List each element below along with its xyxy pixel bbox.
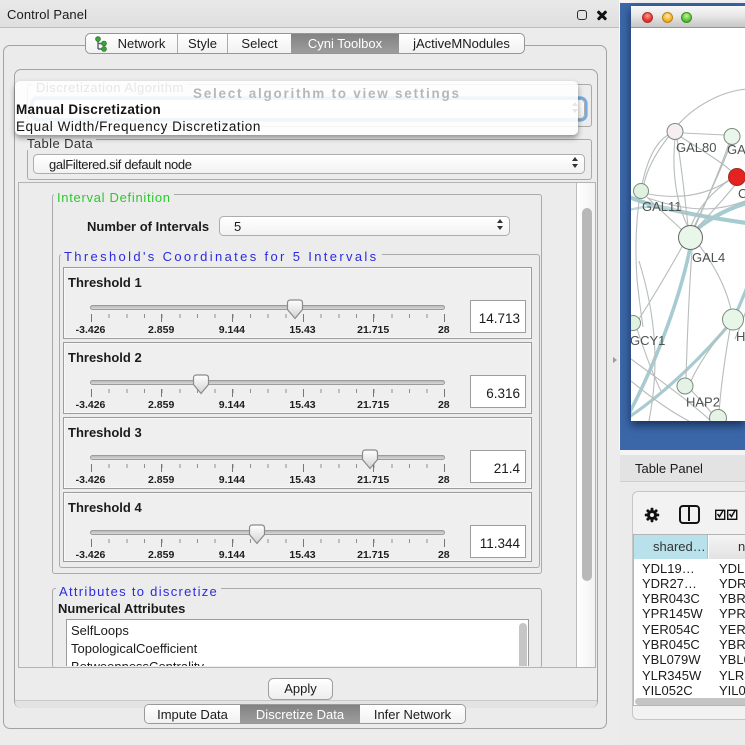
- svg-text:C: C: [738, 186, 745, 201]
- svg-text:GAL80: GAL80: [676, 140, 716, 155]
- svg-text:GAL4: GAL4: [692, 250, 725, 265]
- svg-text:GCY1: GCY1: [631, 333, 665, 348]
- svg-text:GA: GA: [727, 142, 745, 157]
- svg-text:H: H: [736, 329, 745, 344]
- svg-text:GAL11: GAL11: [642, 199, 682, 214]
- svg-text:HAP2: HAP2: [686, 395, 720, 410]
